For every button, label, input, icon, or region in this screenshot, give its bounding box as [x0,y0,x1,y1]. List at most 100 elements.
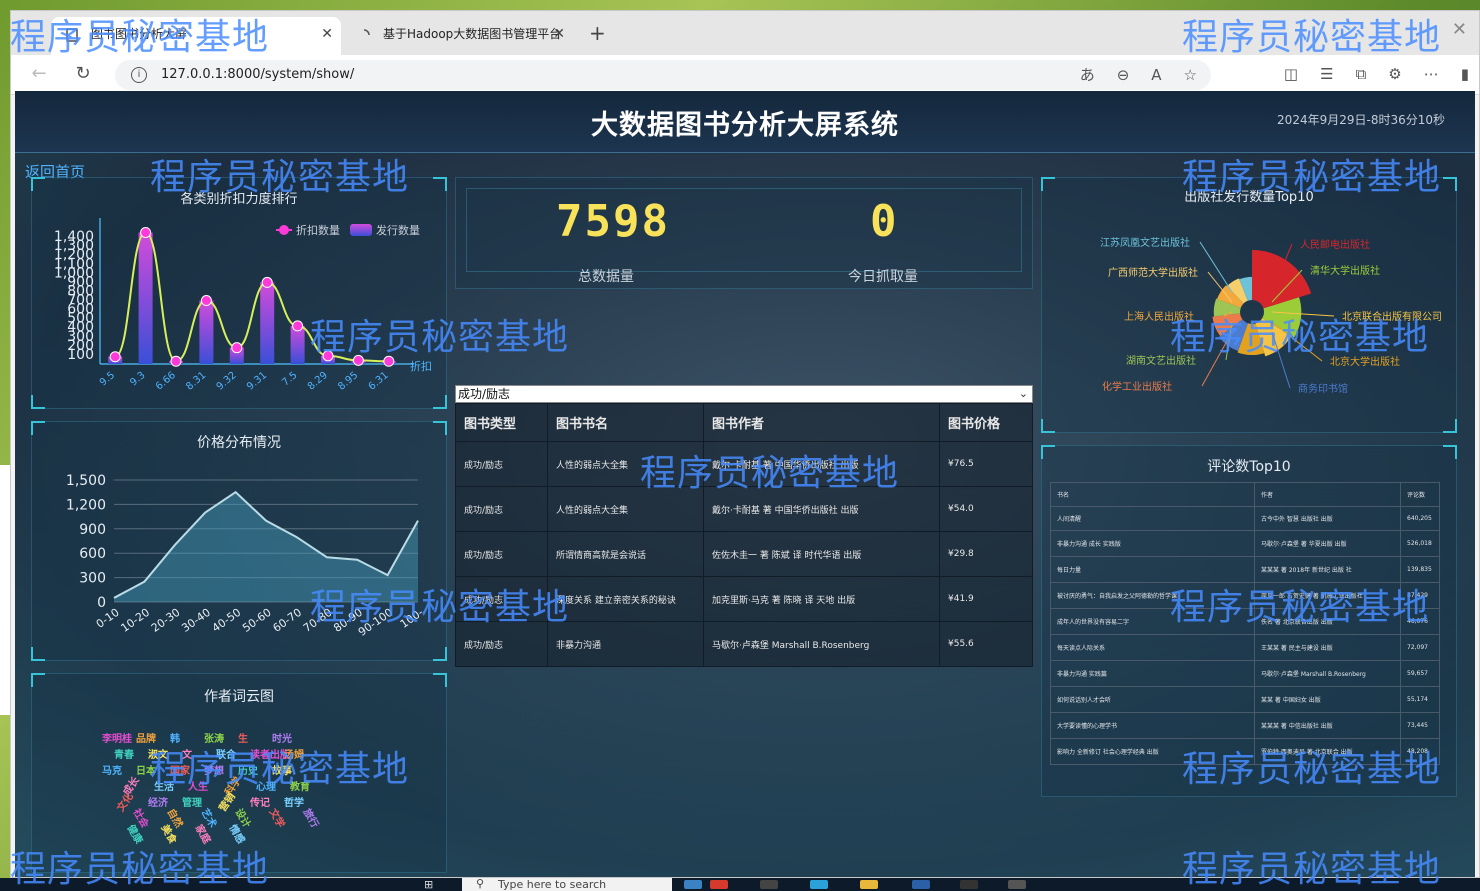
bar [138,232,153,364]
table-row: 成年人的世界没有容易二字 佚名 著 北京联合出版 出版 46,076 [1050,608,1440,635]
cloud-word: 淑文 [148,750,168,761]
x-tick-label: 6.31 [367,370,391,393]
table-cell: 影响力 全新修订 社会心理学经典 出版 [1050,738,1255,765]
tab-dashboard[interactable]: 图书图书分析大屏 ✕ [51,17,341,55]
x-tick-label: 50-60 [240,606,274,635]
back-icon[interactable]: ← [27,63,51,84]
task-view-icon[interactable]: ⊞ [424,878,433,891]
translate-icon[interactable]: あ [1080,60,1095,90]
table-row: 成功/励志 非暴力沟通 马歇尔·卢森堡 Marshall B.Rosenberg ¥5… [455,621,1033,667]
tab-hadoop[interactable]: 基于Hadoop大数据图书管理平台 ✕ [343,17,573,55]
table-cell: 640,205 [1400,506,1440,531]
discount-point [109,351,121,363]
app-icon[interactable] [710,880,728,889]
table-cell: 佚名 著 北京联合出版 出版 [1254,608,1401,635]
table-cell: ¥41.9 [939,576,1033,622]
close-tab-icon[interactable]: ✕ [553,17,565,51]
table-row: 影响力 全新修订 社会心理学经典 出版 罗伯特·西奥迪尼 著 北京联合 出版 48,… [1050,738,1440,765]
category-select[interactable]: 成功/励志 ⌄ [455,385,1033,403]
close-tab-icon[interactable]: ✕ [321,17,333,51]
table-cell: 所谓情商高就是会说话 [547,531,704,577]
x-tick-label: 9.31 [245,370,269,393]
loading-icon [363,29,370,36]
window-close-icon[interactable]: ✕ [1452,19,1467,40]
favorite-icon[interactable]: ☆ [1184,60,1197,90]
cloud-word: 生 [238,734,248,745]
table-cell: 72,097 [1400,634,1440,661]
more-icon[interactable]: ⋯ [1424,65,1439,83]
tab-label: 基于Hadoop大数据图书管理平台 [383,27,562,41]
zoom-icon[interactable]: ⊖ [1117,60,1130,90]
pie-label: 上海人民出版社 [1124,310,1194,323]
x-tick-label: 70-80 [301,606,335,635]
discount-chart: 1002003004005006007008009001,0001,1001,2… [54,218,432,393]
url-text: 127.0.0.1:8000/system/show/ [161,67,355,82]
table-cell: 马歇尔·卢森堡 Marshall B.Rosenberg [1254,660,1401,687]
table-row: 每日力量 某某某 著 2018年 新世纪 出版 社 139,835 [1050,556,1440,583]
table-cell: 被讨厌的勇气：自我启发之父阿德勒的哲学课 [1050,582,1255,609]
sidebar-icon[interactable]: ▮ [1461,65,1469,83]
page-icon [66,28,78,42]
app-icon[interactable] [684,880,702,889]
table-cell: 55,174 [1400,686,1440,713]
column-header: 图书价格 [939,403,1033,442]
url-field[interactable]: i 127.0.0.1:8000/system/show/ あ ⊖ A ☆ [115,60,1211,90]
x-tick-label: 9.3 [128,370,147,389]
category-select-value: 成功/励志 [458,387,511,401]
x-tick-label: 7.5 [280,370,299,389]
table-cell: 成功/励志 [455,531,548,577]
table-cell: ¥29.8 [939,531,1033,577]
browser-window: 图书图书分析大屏 ✕ 基于Hadoop大数据图书管理平台 ✕ + ✕ ← ↻ i… [10,10,1480,878]
stats-frame [466,188,1022,272]
pie-leader [1199,241,1233,293]
discount-point [231,342,243,354]
pie-label: 商务印书馆 [1298,382,1348,395]
cloud-word: 汤姆 [284,750,304,761]
reload-icon[interactable]: ↻ [71,63,95,84]
table-row: 被讨厌的勇气：自我启发之父阿德勒的哲学课 岸见一郎 古贺史健 著 机械工业出版社 8… [1050,582,1440,609]
extensions-icon[interactable]: ⚙ [1388,65,1401,83]
chevron-down-icon[interactable]: ⌄ [1019,386,1028,402]
collections-icon[interactable]: ⧉ [1356,65,1367,83]
cloud-word: 品牌 [136,734,156,745]
table-cell: 46,076 [1400,608,1440,635]
x-tick-label: 90-100 [356,606,395,639]
taskbar: ⊞ ⚲ Type here to search [0,877,1480,891]
column-header: 作者 [1254,482,1401,507]
table-cell: 成功/励志 [455,486,548,532]
read-aloud-icon[interactable]: A [1151,60,1161,90]
cloud-word: 联合 [216,750,236,761]
dashboard: 大数据图书分析大屏系统 2024年9月29日-8时36分10秒 返回首页 各类别… [15,91,1475,877]
stats-panel: 7598 总数据量 0 今日抓取量 [455,177,1033,289]
app-icon[interactable] [1008,880,1026,889]
app-icon[interactable] [760,880,778,889]
table-cell: ¥55.6 [939,621,1033,667]
column-header: 图书书名 [547,403,704,442]
discount-point [322,350,334,362]
review-title: 评论数Top10 [1207,459,1291,475]
cloud-word: 韩 [170,734,180,745]
taskbar-search[interactable]: ⚲ Type here to search [462,877,672,891]
app-icon[interactable] [960,880,978,889]
favorites-icon[interactable]: ☰ [1320,65,1333,83]
table-row: 成功/励志 深度关系 建立亲密关系的秘诀 加克里斯·马克 著 陈晓 译 天地 出版 ¥… [455,576,1033,622]
info-icon[interactable]: i [131,67,147,83]
app-icon[interactable] [912,880,930,889]
new-tab-icon[interactable]: + [589,21,606,45]
table-row: 成功/励志 人性的弱点大全集 戴尔·卡耐基 著 中国华侨出版社 出版 ¥54.0 [455,486,1033,532]
tab-label: 图书图书分析大屏 [91,27,188,41]
pie-label: 广西师范大学出版社 [1108,266,1198,279]
address-bar: ← ↻ i 127.0.0.1:8000/system/show/ あ ⊖ A … [11,55,1479,95]
split-screen-icon[interactable]: ◫ [1284,65,1298,83]
bar [260,282,275,364]
cloud-word: 管理 [182,798,202,809]
pie-label: 化学工业出版社 [1102,380,1172,393]
app-icon[interactable] [860,880,878,889]
table-cell: 人性的弱点大全集 [547,486,704,532]
price-panel: 价格分布情况 0 300 600 900 1,200 1,500 0-10 10-20 20-3… [31,421,447,661]
tab-bar: 图书图书分析大屏 ✕ 基于Hadoop大数据图书管理平台 ✕ + ✕ [11,11,1479,55]
table-cell: 成功/励志 [455,441,548,487]
x-tick-label: 10-20 [118,606,152,635]
app-icon[interactable] [810,880,828,889]
x-tick-label: 100- [398,606,426,631]
